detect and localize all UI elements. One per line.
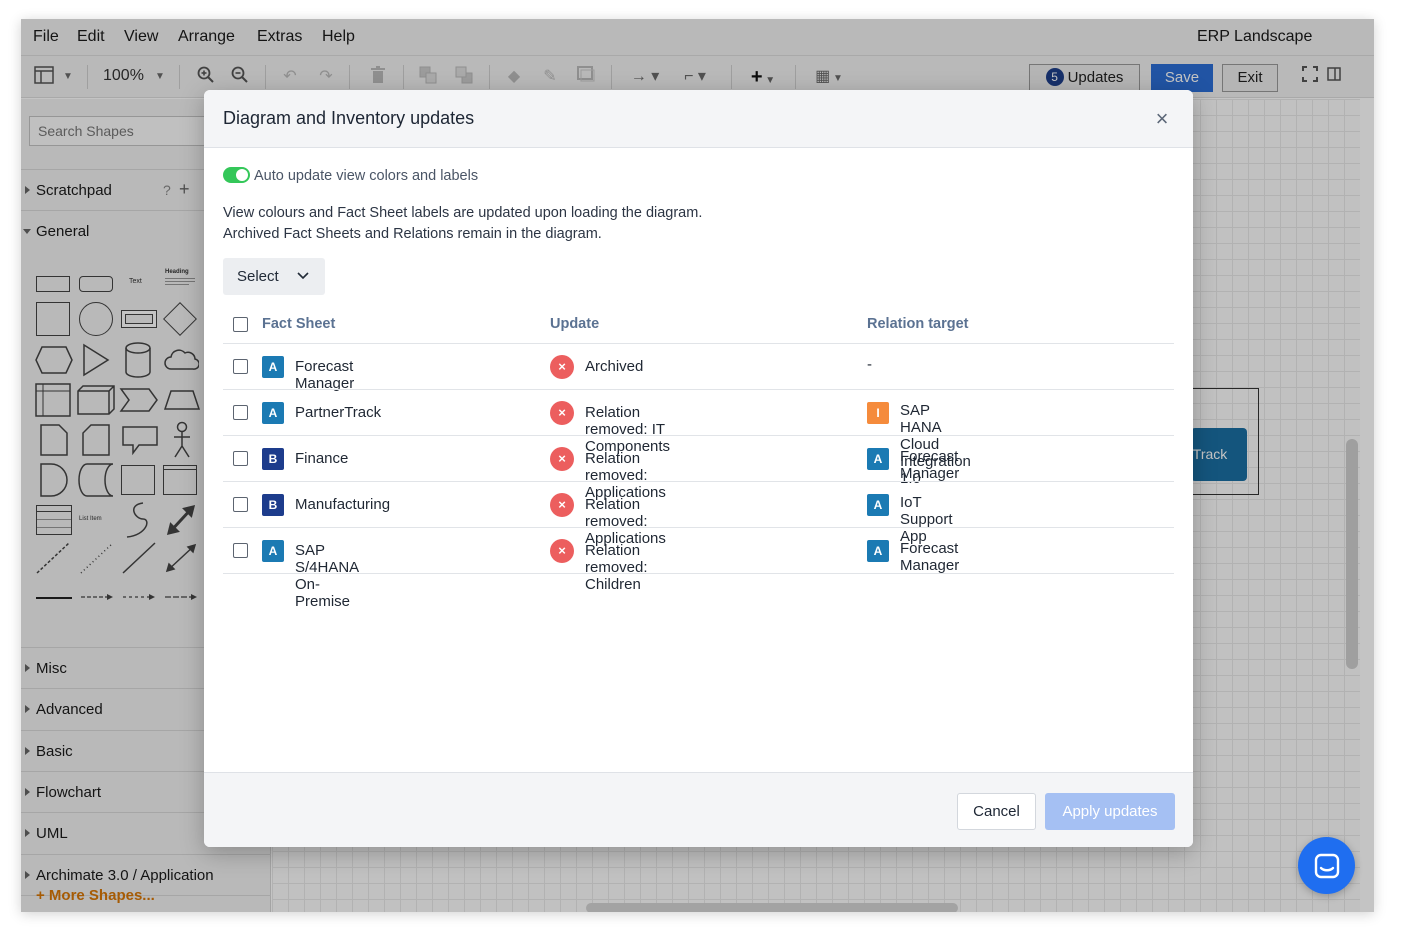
chat-icon: [1314, 853, 1340, 879]
chat-launcher-button[interactable]: [1298, 837, 1355, 894]
fact-sheet-name[interactable]: Forecast Manager: [295, 358, 354, 392]
row-checkbox[interactable]: [233, 405, 248, 420]
column-header-fact-sheet[interactable]: Fact Sheet: [262, 316, 335, 332]
dialog-title: Diagram and Inventory updates: [223, 108, 475, 128]
fact-sheet-name[interactable]: Finance: [295, 450, 348, 467]
cancel-button[interactable]: Cancel: [957, 793, 1036, 830]
update-description: Relation removed: Children: [585, 542, 648, 593]
removed-status-icon: ×: [550, 493, 574, 517]
relation-target-name: Forecast Manager: [900, 540, 960, 574]
auto-update-label: Auto update view colors and labels: [254, 168, 479, 184]
relation-target-type-badge: A: [867, 448, 889, 470]
row-checkbox[interactable]: [233, 497, 248, 512]
relation-target-type-badge: A: [867, 494, 889, 516]
removed-status-icon: ×: [550, 447, 574, 471]
update-description: Relation removed: Applications: [585, 450, 666, 501]
removed-status-icon: ×: [550, 539, 574, 563]
fact-sheet-name[interactable]: Manufacturing: [295, 496, 390, 513]
row-checkbox[interactable]: [233, 359, 248, 374]
row-divider: [223, 435, 1174, 436]
relation-target-name: Forecast Manager: [900, 448, 960, 482]
removed-status-icon: ×: [550, 355, 574, 379]
chevron-down-icon: [297, 258, 309, 295]
relation-target-type-badge: I: [867, 402, 889, 424]
row-checkbox[interactable]: [233, 543, 248, 558]
select-dropdown[interactable]: Select: [223, 258, 325, 295]
dialog-footer: Cancel Apply updates: [204, 772, 1193, 847]
close-icon[interactable]: ×: [1151, 108, 1173, 131]
row-divider: [223, 389, 1174, 390]
row-checkbox[interactable]: [233, 451, 248, 466]
info-text-line-1: View colours and Fact Sheet labels are u…: [223, 205, 703, 221]
update-description: Relation removed: IT Components: [585, 404, 671, 455]
select-all-checkbox[interactable]: [233, 317, 248, 332]
fact-sheet-type-badge: B: [262, 448, 284, 470]
relation-target-name: IoT Support App: [900, 494, 953, 545]
row-divider: [223, 481, 1174, 482]
fact-sheet-name[interactable]: SAP S/4HANA On-Premise: [295, 542, 358, 610]
updates-dialog: Diagram and Inventory updates × Auto upd…: [204, 90, 1193, 847]
relation-target-type-badge: A: [867, 540, 889, 562]
select-label: Select: [237, 268, 279, 285]
row-divider: [223, 527, 1174, 528]
table-header-divider: [223, 343, 1174, 344]
fact-sheet-type-badge: A: [262, 540, 284, 562]
column-header-update[interactable]: Update: [550, 316, 599, 332]
dialog-header: Diagram and Inventory updates ×: [204, 90, 1193, 148]
auto-update-toggle[interactable]: [223, 167, 250, 183]
fact-sheet-type-badge: A: [262, 356, 284, 378]
update-description: Relation removed: Applications: [585, 496, 666, 547]
row-divider: [223, 573, 1174, 574]
apply-updates-button[interactable]: Apply updates: [1045, 793, 1175, 830]
removed-status-icon: ×: [550, 401, 574, 425]
fact-sheet-type-badge: B: [262, 494, 284, 516]
relation-target-name: -: [867, 356, 872, 373]
info-text-line-2: Archived Fact Sheets and Relations remai…: [223, 226, 602, 242]
fact-sheet-name[interactable]: PartnerTrack: [295, 404, 381, 421]
column-header-relation-target[interactable]: Relation target: [867, 316, 969, 332]
update-description: Archived: [585, 358, 644, 375]
fact-sheet-type-badge: A: [262, 402, 284, 424]
